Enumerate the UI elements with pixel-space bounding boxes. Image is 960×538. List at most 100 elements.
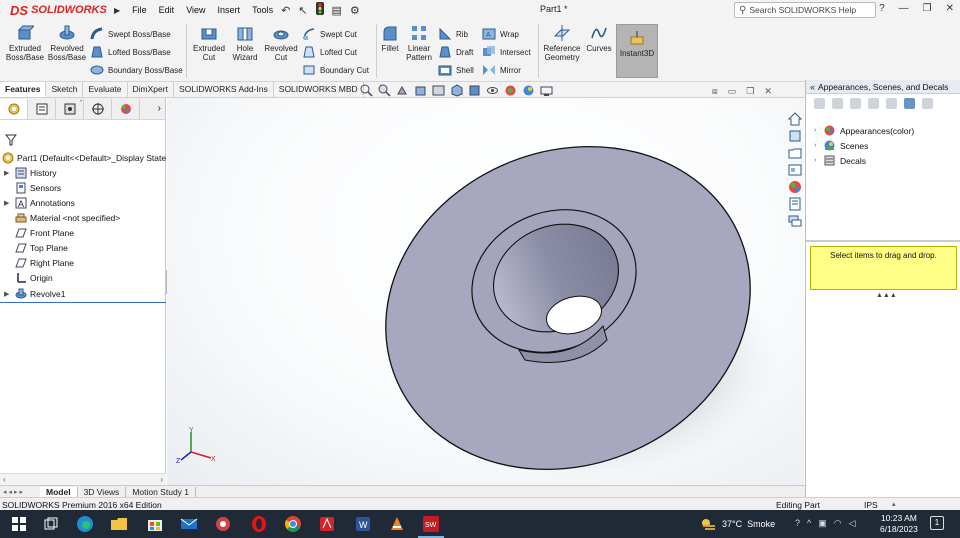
feature-tree-hscroll[interactable]: ‹ › — [0, 473, 166, 485]
notification-center-icon[interactable]: 1 — [930, 516, 944, 530]
lofted-boss-button[interactable]: Lofted Boss/Base — [90, 45, 171, 59]
hide-show-items-icon[interactable] — [486, 84, 499, 97]
wifi-icon[interactable]: ◠ — [834, 518, 842, 529]
dynamic-annotation-icon[interactable] — [432, 84, 445, 97]
tab-dimxpert-manager[interactable] — [84, 98, 112, 119]
tab-evaluate[interactable]: Evaluate — [83, 82, 128, 97]
view-orientation-icon[interactable] — [450, 84, 463, 97]
tree-item-origin[interactable]: Origin — [0, 270, 53, 285]
home-nav-icon[interactable] — [850, 97, 861, 109]
file-explorer-icon[interactable] — [788, 146, 802, 160]
tree-item-right-plane[interactable]: Right Plane — [0, 255, 74, 270]
tree-item-front-plane[interactable]: Front Plane — [0, 225, 74, 240]
view-palette-icon[interactable] — [788, 163, 802, 177]
boundary-cut-button[interactable]: Boundary Cut — [302, 63, 369, 77]
hole-wizard-button[interactable]: Hole Wizard — [228, 20, 262, 62]
graphics-area[interactable]: Y X Z — [167, 98, 804, 485]
section-view-icon[interactable] — [414, 84, 427, 97]
menu-expand-icon[interactable]: ▶ — [114, 6, 120, 15]
part-model[interactable] — [167, 98, 804, 485]
expand-icon[interactable]: ▶ — [4, 169, 12, 177]
instant3d-button[interactable]: Instant3D — [616, 24, 658, 78]
control-panel-icon[interactable] — [214, 515, 232, 533]
tab-feature-tree[interactable] — [0, 98, 28, 119]
minimize-icon[interactable]: — — [899, 3, 909, 14]
microsoft-store-icon[interactable] — [146, 515, 164, 533]
tab-property-manager[interactable] — [28, 98, 56, 119]
custom-properties-icon[interactable] — [788, 197, 802, 211]
help-search-input[interactable]: ⚲ Search SOLIDWORKS Help — [734, 2, 876, 18]
file-explorer-taskbar-icon[interactable] — [110, 515, 128, 533]
apply-scene-icon[interactable] — [522, 84, 535, 97]
opera-browser-icon[interactable] — [250, 515, 268, 533]
fillet-button[interactable]: Fillet — [378, 20, 402, 53]
home-icon[interactable] — [788, 112, 802, 126]
solidworks-taskbar-icon[interactable]: SW — [422, 515, 440, 533]
help-tray-icon[interactable]: ? — [795, 518, 800, 529]
design-library-icon[interactable] — [788, 129, 802, 143]
tab-motion-study[interactable]: Motion Study 1 — [126, 486, 197, 497]
tree-item-revolve1[interactable]: ▶ Revolve1 — [0, 286, 65, 301]
file-properties-icon[interactable]: ▤ — [332, 4, 342, 17]
boundary-boss-button[interactable]: Boundary Boss/Base — [90, 63, 183, 77]
menu-view[interactable]: View — [186, 5, 205, 15]
expand-icon[interactable]: ▶ — [4, 290, 12, 298]
wrap-button[interactable]: A Wrap — [482, 27, 519, 41]
revolved-cut-button[interactable]: Revolved Cut — [262, 20, 300, 62]
up-level-icon[interactable] — [922, 97, 933, 109]
tree-item-history[interactable]: ▶ History — [0, 165, 56, 180]
close-icon[interactable]: ✕ — [946, 3, 954, 14]
menu-tools[interactable]: Tools — [252, 5, 273, 15]
tree-item-sensors[interactable]: Sensors — [0, 180, 61, 195]
extruded-cut-button[interactable]: Extruded Cut — [188, 20, 230, 62]
draft-button[interactable]: Draft — [438, 45, 473, 59]
collapse-pane-icon[interactable]: « — [810, 82, 815, 92]
tab-sketch[interactable]: Sketch — [46, 82, 84, 97]
word-icon[interactable]: W — [354, 515, 372, 533]
tree-root-part[interactable]: Part1 (Default<<Default>_Display State — [0, 150, 166, 165]
scroll-right-icon[interactable]: › — [160, 475, 163, 484]
tree-item-material[interactable]: Material <not specified> — [0, 210, 120, 225]
tab-display-manager[interactable] — [112, 98, 140, 119]
expand-icon[interactable]: ▶ — [4, 199, 12, 207]
options-gear-icon[interactable]: ⚙ — [350, 4, 360, 17]
previous-view-icon[interactable] — [396, 84, 409, 97]
viewport-close-icon[interactable]: ✕ — [764, 86, 772, 97]
linear-pattern-button[interactable]: Linear Pattern — [402, 20, 436, 62]
volume-icon[interactable]: ◁ — [849, 518, 856, 529]
display-style-icon[interactable] — [468, 84, 481, 97]
undo-icon[interactable]: ↶ — [281, 4, 290, 17]
decals-tree-item[interactable]: › Decals — [814, 155, 866, 166]
swept-cut-button[interactable]: Swept Cut — [302, 27, 357, 41]
viewport-restore-icon[interactable]: ❐ — [746, 86, 754, 97]
mail-icon[interactable] — [180, 515, 198, 533]
select-arrow-icon[interactable]: ↖ — [298, 4, 307, 17]
reference-geometry-button[interactable]: Reference Geometry — [540, 20, 584, 62]
taskbar-clock[interactable]: 10:23 AM 6/18/2023 — [880, 513, 918, 535]
view-settings-icon[interactable] — [540, 84, 553, 97]
forward-icon[interactable] — [832, 97, 843, 109]
expand-icon[interactable]: › — [814, 127, 824, 134]
edit-appearance-icon[interactable] — [504, 84, 517, 97]
chrome-browser-icon[interactable] — [284, 515, 302, 533]
zoom-to-fit-icon[interactable] — [360, 84, 373, 97]
scroll-left-icon[interactable]: ‹ — [3, 475, 6, 484]
rebuild-icon[interactable] — [315, 2, 324, 18]
task-view-icon[interactable] — [42, 515, 60, 533]
curves-button[interactable]: Curves — [584, 20, 614, 53]
zoom-area-icon[interactable] — [378, 84, 391, 97]
resize-grip-icon[interactable]: ▲▲▲ — [876, 292, 897, 299]
solidworks-logo[interactable]: DS SOLIDWORKS — [10, 3, 110, 18]
scenes-tree-item[interactable]: › Scenes — [814, 140, 868, 151]
acrobat-pdf-icon[interactable] — [318, 515, 336, 533]
intersect-button[interactable]: Intersect — [482, 45, 531, 59]
rollback-bar[interactable] — [0, 302, 166, 303]
extruded-boss-button[interactable]: Extruded Boss/Base — [4, 20, 46, 62]
tree-item-annotations[interactable]: ▶ A Annotations — [0, 195, 75, 210]
refresh-icon[interactable] — [904, 97, 915, 109]
weather-widget[interactable]: 37°C Smoke — [700, 517, 775, 531]
help-question-icon[interactable]: ? — [879, 3, 885, 14]
menu-insert[interactable]: Insert — [218, 5, 241, 15]
tab-3d-views[interactable]: 3D Views — [78, 486, 127, 497]
edge-browser-icon[interactable] — [76, 515, 94, 533]
